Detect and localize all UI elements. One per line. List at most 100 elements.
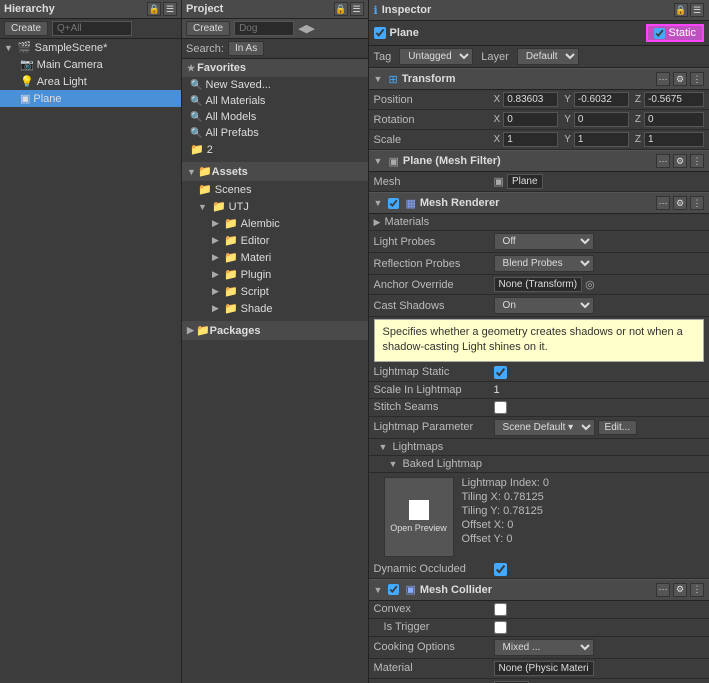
cooking-options-dropdown[interactable]: Mixed ... [494, 639, 594, 656]
anchor-override-value[interactable]: None (Transform) [494, 277, 583, 292]
lightmap-param-dropdown[interactable]: Scene Default ▾ [494, 419, 595, 436]
lightmap-param-edit-button[interactable]: Edit... [598, 420, 638, 435]
hierarchy-item-maincamera[interactable]: 📷 Main Camera [0, 56, 181, 73]
asset-item-alembic[interactable]: ▶ 📁 Alembic [182, 215, 368, 232]
project-content: Search: In As ★ Favorites 🔍 New Saved...… [182, 39, 368, 683]
cooking-options-row: Cooking Options Mixed ... [369, 637, 709, 659]
transform-tool1[interactable]: ⋯ [656, 72, 670, 86]
static-button[interactable]: Static [646, 24, 704, 42]
hierarchy-item-arealight[interactable]: 💡 Area Light [0, 73, 181, 90]
offset-y-label: Offset Y: 0 [462, 533, 549, 545]
rot-x-input[interactable] [503, 112, 558, 127]
lightmap-static-checkbox[interactable] [494, 366, 507, 379]
inspector-menu-icon[interactable]: ☰ [690, 3, 704, 17]
mesh-renderer-tool2[interactable]: ⚙ [673, 196, 687, 210]
hierarchy-create-button[interactable]: Create [4, 21, 48, 36]
mesh-collider-tool2[interactable]: ⚙ [673, 583, 687, 597]
asset-item-editor[interactable]: ▶ 📁 Editor [182, 232, 368, 249]
static-checkbox[interactable] [654, 28, 665, 39]
pos-z-input[interactable] [644, 92, 704, 107]
editor-folder-icon: 📁 [224, 234, 238, 247]
mesh-collider-section-header[interactable]: ▼ ▣ Mesh Collider ⋯ ⚙ ⋮ [369, 579, 709, 601]
fav-item-allmaterials[interactable]: 🔍 All Materials [182, 93, 368, 109]
lightmap-preview: Open Preview [384, 477, 454, 557]
asset-item-script[interactable]: ▶ 📁 Script [182, 283, 368, 300]
scenes-label: Scenes [215, 184, 252, 196]
mesh-renderer-tool1[interactable]: ⋯ [656, 196, 670, 210]
fav-item-2[interactable]: 📁 2 [182, 141, 368, 158]
transform-tool2[interactable]: ⚙ [673, 72, 687, 86]
fav-item-newsaved[interactable]: 🔍 New Saved... [182, 77, 368, 93]
project-create-button[interactable]: Create [186, 21, 230, 36]
lightmaps-expand-icon: ▼ [379, 442, 388, 452]
lightmap-param-label: Lightmap Parameter [374, 421, 494, 433]
scale-z-input[interactable] [644, 132, 704, 147]
materi-label: Materi [241, 252, 272, 264]
pos-x-label: X [494, 94, 501, 105]
rot-y-input[interactable] [574, 112, 629, 127]
inspector-lock-icon[interactable]: 🔒 [674, 3, 688, 17]
hierarchy-search-input[interactable] [52, 21, 132, 36]
convex-checkbox[interactable] [494, 603, 507, 616]
collider-material-value[interactable]: None (Physic Materi [494, 661, 594, 676]
hierarchy-item-samplescene[interactable]: ▼ 🎬 SampleScene* [0, 39, 181, 56]
mesh-filter-tool1[interactable]: ⋯ [656, 154, 670, 168]
asset-item-scenes[interactable]: 📁 Scenes [182, 181, 368, 198]
mesh-collider-active-checkbox[interactable] [388, 584, 399, 595]
search-filter-button[interactable]: In As [228, 41, 264, 56]
mesh-filter-tool3[interactable]: ⋮ [690, 154, 704, 168]
mesh-collider-tool3[interactable]: ⋮ [690, 583, 704, 597]
project-lock-icon[interactable]: 🔒 [334, 2, 348, 16]
anchor-pick-icon[interactable]: ◎ [585, 278, 595, 291]
project-menu-icon[interactable]: ☰ [350, 2, 364, 16]
anchor-override-label: Anchor Override [374, 279, 494, 291]
asset-item-plugin[interactable]: ▶ 📁 Plugin [182, 266, 368, 283]
hierarchy-item-plane[interactable]: ▣ Plane [0, 90, 181, 107]
mesh-filter-mesh-value[interactable]: Plane [507, 174, 543, 189]
mesh-renderer-section-header[interactable]: ▼ ▦ Mesh Renderer ⋯ ⚙ ⋮ [369, 192, 709, 214]
scale-x-group: X [494, 132, 559, 147]
mesh-filter-section-header[interactable]: ▼ ▣ Plane (Mesh Filter) ⋯ ⚙ ⋮ [369, 150, 709, 172]
lightmap-static-row: Lightmap Static [369, 364, 709, 382]
object-active-checkbox[interactable] [374, 27, 386, 39]
open-preview-label[interactable]: Open Preview [390, 523, 447, 533]
tooltip-text: Specifies whether a geometry creates sha… [383, 326, 683, 353]
tag-dropdown[interactable]: Untagged [399, 48, 473, 65]
dynamic-occluded-checkbox[interactable] [494, 563, 507, 576]
mesh-collider-title: Mesh Collider [420, 584, 492, 596]
hierarchy-lock-icon[interactable]: 🔒 [147, 2, 161, 16]
asset-item-utj[interactable]: ▼ 📁 UTJ [182, 198, 368, 215]
layer-dropdown[interactable]: Default [517, 48, 579, 65]
fav-item-allprefabs[interactable]: 🔍 All Prefabs [182, 125, 368, 141]
transform-tool3[interactable]: ⋮ [690, 72, 704, 86]
transform-section-header[interactable]: ▼ ⊞ Transform ⋯ ⚙ ⋮ [369, 68, 709, 90]
reflection-probes-dropdown[interactable]: Blend Probes [494, 255, 594, 272]
project-header: Project 🔒 ☰ [182, 0, 368, 19]
script-expand-icon: ▶ [212, 286, 219, 297]
position-value: X Y Z [494, 92, 704, 107]
scale-x-input[interactable] [503, 132, 558, 147]
scale-y-input[interactable] [574, 132, 629, 147]
mesh-renderer-tool3[interactable]: ⋮ [690, 196, 704, 210]
packages-label: Packages [210, 325, 261, 337]
pos-y-input[interactable] [574, 92, 629, 107]
hierarchy-menu-icon[interactable]: ☰ [163, 2, 177, 16]
stitch-seams-checkbox[interactable] [494, 401, 507, 414]
fav-item-allmodels[interactable]: 🔍 All Models [182, 109, 368, 125]
light-name: Area Light [37, 76, 87, 88]
is-trigger-checkbox[interactable] [494, 621, 507, 634]
mesh-collider-tool1[interactable]: ⋯ [656, 583, 670, 597]
cast-shadows-dropdown[interactable]: On [494, 297, 594, 314]
mesh-filter-tool2[interactable]: ⚙ [673, 154, 687, 168]
scale-in-lightmap-value: 1 [494, 384, 500, 396]
transform-icon: ⊞ [388, 73, 397, 86]
rot-z-input[interactable] [644, 112, 704, 127]
transform-expand-icon: ▼ [374, 74, 383, 84]
project-search-input[interactable] [234, 21, 294, 36]
asset-item-materi[interactable]: ▶ 📁 Materi [182, 249, 368, 266]
fav-search-icon-1: 🔍 [190, 96, 202, 107]
pos-x-input[interactable] [503, 92, 558, 107]
mesh-renderer-active-checkbox[interactable] [388, 198, 399, 209]
asset-item-shade[interactable]: ▶ 📁 Shade [182, 300, 368, 317]
light-probes-dropdown[interactable]: Off [494, 233, 594, 250]
